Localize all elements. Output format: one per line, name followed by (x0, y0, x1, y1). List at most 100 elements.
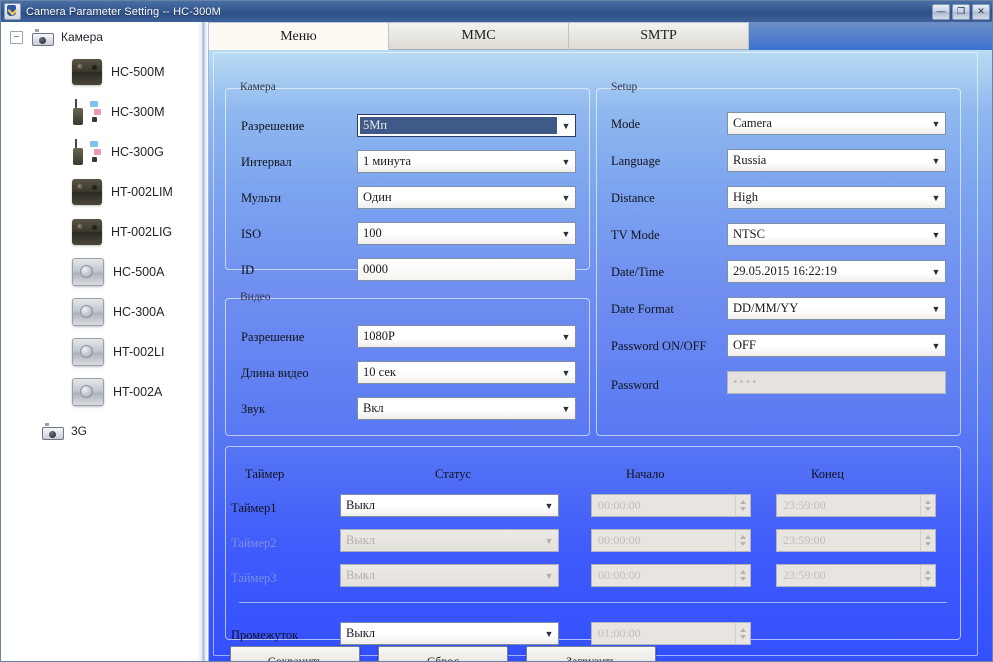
timer1-start-spinner[interactable]: 00:00:00 (591, 494, 751, 517)
row-setup-password-onoff: Password ON/OFF (611, 339, 707, 354)
tree-root-camera[interactable]: − Камера (2, 22, 198, 52)
minimize-button[interactable]: — (932, 3, 950, 20)
timer-header-timer: Таймер (245, 467, 284, 482)
chevron-down-icon[interactable]: ▼ (927, 261, 945, 282)
spinner-arrows-icon[interactable] (735, 530, 750, 551)
chevron-down-icon[interactable]: ▼ (540, 565, 558, 586)
tree-item-hc-500a[interactable]: HC-500A (2, 252, 198, 292)
sidebar-splitter[interactable] (198, 22, 208, 661)
timer3-start-spinner[interactable]: 00:00:00 (591, 564, 751, 587)
reset-button[interactable]: Сброс (378, 646, 508, 661)
interval-time-spinner[interactable]: 01:00:00 (591, 622, 751, 645)
chevron-down-icon[interactable]: ▼ (540, 530, 558, 551)
camera-resolution-combo[interactable]: 5Мп ▼ (357, 114, 576, 137)
chevron-down-icon[interactable]: ▼ (557, 151, 575, 172)
timer-divider (239, 602, 947, 603)
label-setup-tvmode: TV Mode (611, 228, 660, 242)
chevron-down-icon[interactable]: ▼ (540, 495, 558, 516)
label-timer3: Таймер3 (231, 571, 277, 585)
spinner-arrows-icon[interactable] (920, 495, 935, 516)
timer2-start-value: 00:00:00 (598, 533, 641, 547)
save-button[interactable]: Сохранить (230, 646, 360, 661)
timer3-start-value: 00:00:00 (598, 568, 641, 582)
maximize-button[interactable]: ❐ (952, 3, 970, 20)
chevron-down-icon[interactable]: ▼ (927, 187, 945, 208)
spinner-arrows-icon[interactable] (920, 530, 935, 551)
label-video-sound: Звук (241, 402, 266, 416)
camera-grey-icon (72, 258, 104, 286)
tree-item-label: HT-002LI (113, 345, 165, 359)
tree-item-label: HT-002LIM (111, 185, 173, 199)
tree-item-hc-300g[interactable]: HC-300G (2, 132, 198, 172)
tree-item-hc-300m[interactable]: HC-300M (2, 92, 198, 132)
chevron-down-icon[interactable]: ▼ (557, 115, 575, 136)
setup-language-combo[interactable]: Russia ▼ (727, 149, 946, 172)
tab-smtp[interactable]: SMTP (568, 22, 749, 50)
camera-interval-combo[interactable]: 1 минута ▼ (357, 150, 576, 173)
tree-item-ht-002lig[interactable]: HT-002LIG (2, 212, 198, 252)
row-setup-password: Password (611, 378, 659, 393)
camera-id-input[interactable]: 0000 (357, 258, 576, 281)
interval-time-value: 01:00:00 (598, 626, 641, 640)
timer1-status-combo[interactable]: Выкл ▼ (340, 494, 559, 517)
timer2-end-spinner[interactable]: 23:59:00 (776, 529, 936, 552)
timer1-end-spinner[interactable]: 23:59:00 (776, 494, 936, 517)
chevron-down-icon[interactable]: ▼ (927, 113, 945, 134)
tree-item-ht-002li[interactable]: HT-002LI (2, 332, 198, 372)
tree-item-ht-002a[interactable]: HT-002A (2, 372, 198, 412)
row-timer3: Таймер3 (231, 571, 277, 586)
spinner-arrows-icon[interactable] (920, 565, 935, 586)
setup-password-input[interactable]: •••• (727, 371, 946, 394)
video-resolution-combo[interactable]: 1080P ▼ (357, 325, 576, 348)
chevron-down-icon[interactable]: ▼ (557, 326, 575, 347)
setup-mode-combo[interactable]: Camera ▼ (727, 112, 946, 135)
timer2-end-value: 23:59:00 (783, 533, 826, 547)
video-sound-combo[interactable]: Вкл ▼ (357, 397, 576, 420)
setup-distance-combo[interactable]: High ▼ (727, 186, 946, 209)
chevron-down-icon[interactable]: ▼ (557, 223, 575, 244)
chevron-down-icon[interactable]: ▼ (557, 398, 575, 419)
tree-expander-icon[interactable]: − (10, 30, 23, 44)
camera-iso-combo[interactable]: 100 ▼ (357, 222, 576, 245)
timer2-start-spinner[interactable]: 00:00:00 (591, 529, 751, 552)
camera-icon (40, 422, 64, 440)
row-camera-multi: Мульти (241, 191, 281, 206)
close-button[interactable]: ✕ (972, 3, 990, 20)
tab-menu[interactable]: Меню (208, 22, 389, 50)
load-button[interactable]: Загрузить (526, 646, 656, 661)
label-setup-password: Password (611, 378, 659, 392)
camera-grey-icon (72, 298, 104, 326)
tab-mmc[interactable]: MMC (388, 22, 569, 50)
setup-password-onoff-value: OFF (733, 338, 756, 352)
tree-item-hc-500m[interactable]: HC-500M (2, 52, 198, 92)
tree-item-hc-300a[interactable]: HC-300A (2, 292, 198, 332)
chevron-down-icon[interactable]: ▼ (557, 187, 575, 208)
spinner-arrows-icon[interactable] (735, 565, 750, 586)
chevron-down-icon[interactable]: ▼ (540, 623, 558, 644)
chevron-down-icon[interactable]: ▼ (927, 224, 945, 245)
chevron-down-icon[interactable]: ▼ (557, 362, 575, 383)
chevron-down-icon[interactable]: ▼ (927, 150, 945, 171)
setup-tvmode-combo[interactable]: NTSC ▼ (727, 223, 946, 246)
label-camera-interval: Интервал (241, 155, 292, 169)
timer3-status-combo[interactable]: Выкл ▼ (340, 564, 559, 587)
chevron-down-icon[interactable]: ▼ (927, 335, 945, 356)
timer2-status-combo[interactable]: Выкл ▼ (340, 529, 559, 552)
timer-header-start-label: Начало (626, 467, 665, 481)
spinner-arrows-icon[interactable] (735, 623, 750, 644)
setup-password-onoff-combo[interactable]: OFF ▼ (727, 334, 946, 357)
interval-status-combo[interactable]: Выкл ▼ (340, 622, 559, 645)
tree-item-ht-002lim[interactable]: HT-002LIM (2, 172, 198, 212)
chevron-down-icon[interactable]: ▼ (927, 298, 945, 319)
camera-multi-combo[interactable]: Один ▼ (357, 186, 576, 209)
label-setup-password-onoff: Password ON/OFF (611, 339, 707, 353)
label-camera-resolution: Разрешение (241, 119, 305, 133)
tree-item-3g[interactable]: 3G (2, 412, 198, 450)
setup-datetime-combo[interactable]: 29.05.2015 16:22:19 ▼ (727, 260, 946, 283)
video-length-combo[interactable]: 10 сек ▼ (357, 361, 576, 384)
row-setup-tvmode: TV Mode (611, 228, 660, 243)
timer3-end-spinner[interactable]: 23:59:00 (776, 564, 936, 587)
label-timer1: Таймер1 (231, 501, 277, 515)
spinner-arrows-icon[interactable] (735, 495, 750, 516)
setup-dateformat-combo[interactable]: DD/MM/YY ▼ (727, 297, 946, 320)
